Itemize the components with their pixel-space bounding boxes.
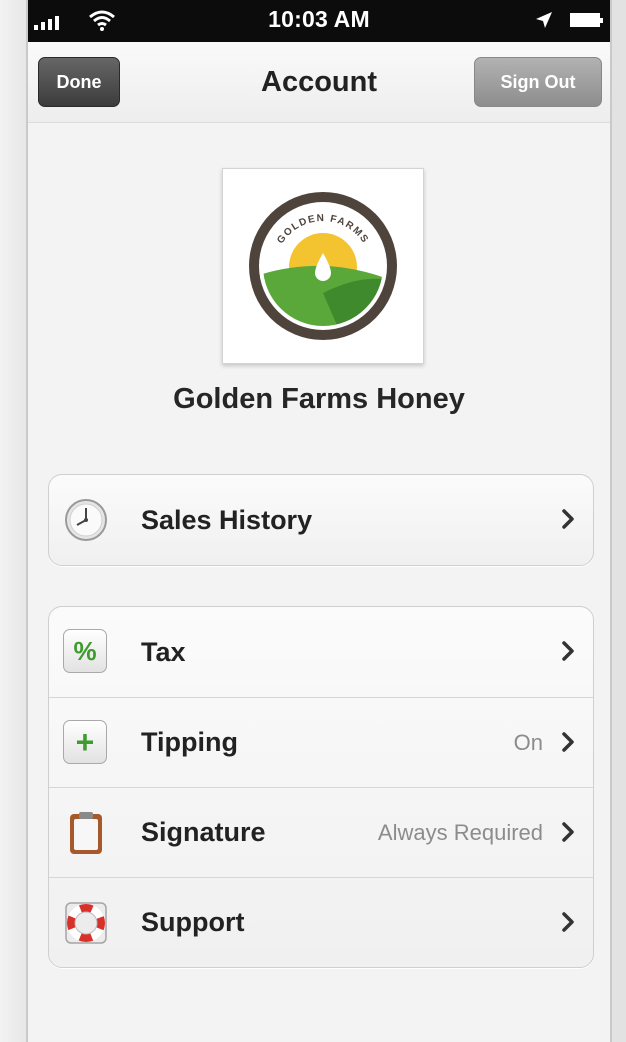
- chevron-right-icon: [562, 509, 574, 529]
- support-label: Support: [141, 907, 245, 937]
- status-bar: 10:03 AM: [28, 0, 610, 42]
- signature-value: Always Required: [377, 819, 543, 845]
- signature-row[interactable]: Signature Always Required: [49, 787, 593, 877]
- phone-screen: 10:03 AM Done Account Sign Out GOLDEN FA…: [26, 0, 612, 1042]
- settings-group: % Tax + Tipping On Signature Always Requ…: [48, 606, 594, 968]
- location-arrow-icon: [536, 12, 552, 28]
- chevron-right-icon: [562, 641, 574, 661]
- business-logo[interactable]: GOLDEN FARMS: [222, 168, 424, 364]
- navigation-bar: Done Account Sign Out: [28, 42, 610, 123]
- tax-label: Tax: [141, 636, 186, 667]
- chevron-right-icon: [562, 732, 574, 752]
- lifebuoy-icon: [65, 902, 107, 944]
- history-group: Sales History: [48, 474, 594, 566]
- chevron-right-icon: [562, 912, 574, 932]
- sign-out-button[interactable]: Sign Out: [474, 57, 602, 107]
- sales-history-label: Sales History: [141, 504, 313, 535]
- signature-label: Signature: [141, 817, 266, 847]
- tipping-value: On: [513, 729, 543, 755]
- clipboard-icon: [70, 812, 102, 854]
- tax-row[interactable]: % Tax: [49, 607, 593, 697]
- sales-history-row[interactable]: Sales History: [49, 475, 593, 565]
- plus-icon: +: [63, 720, 109, 766]
- battery-icon: [570, 13, 603, 27]
- status-time: 10:03 AM: [268, 6, 370, 32]
- tipping-row[interactable]: + Tipping On: [49, 697, 593, 787]
- golden-farms-logo: GOLDEN FARMS: [249, 192, 397, 340]
- chevron-right-icon: [562, 822, 574, 842]
- clock-icon: [65, 499, 107, 541]
- percent-icon: %: [63, 629, 109, 675]
- business-name: Golden Farms Honey: [173, 383, 465, 415]
- tipping-label: Tipping: [141, 727, 238, 757]
- support-row[interactable]: Support: [49, 877, 593, 967]
